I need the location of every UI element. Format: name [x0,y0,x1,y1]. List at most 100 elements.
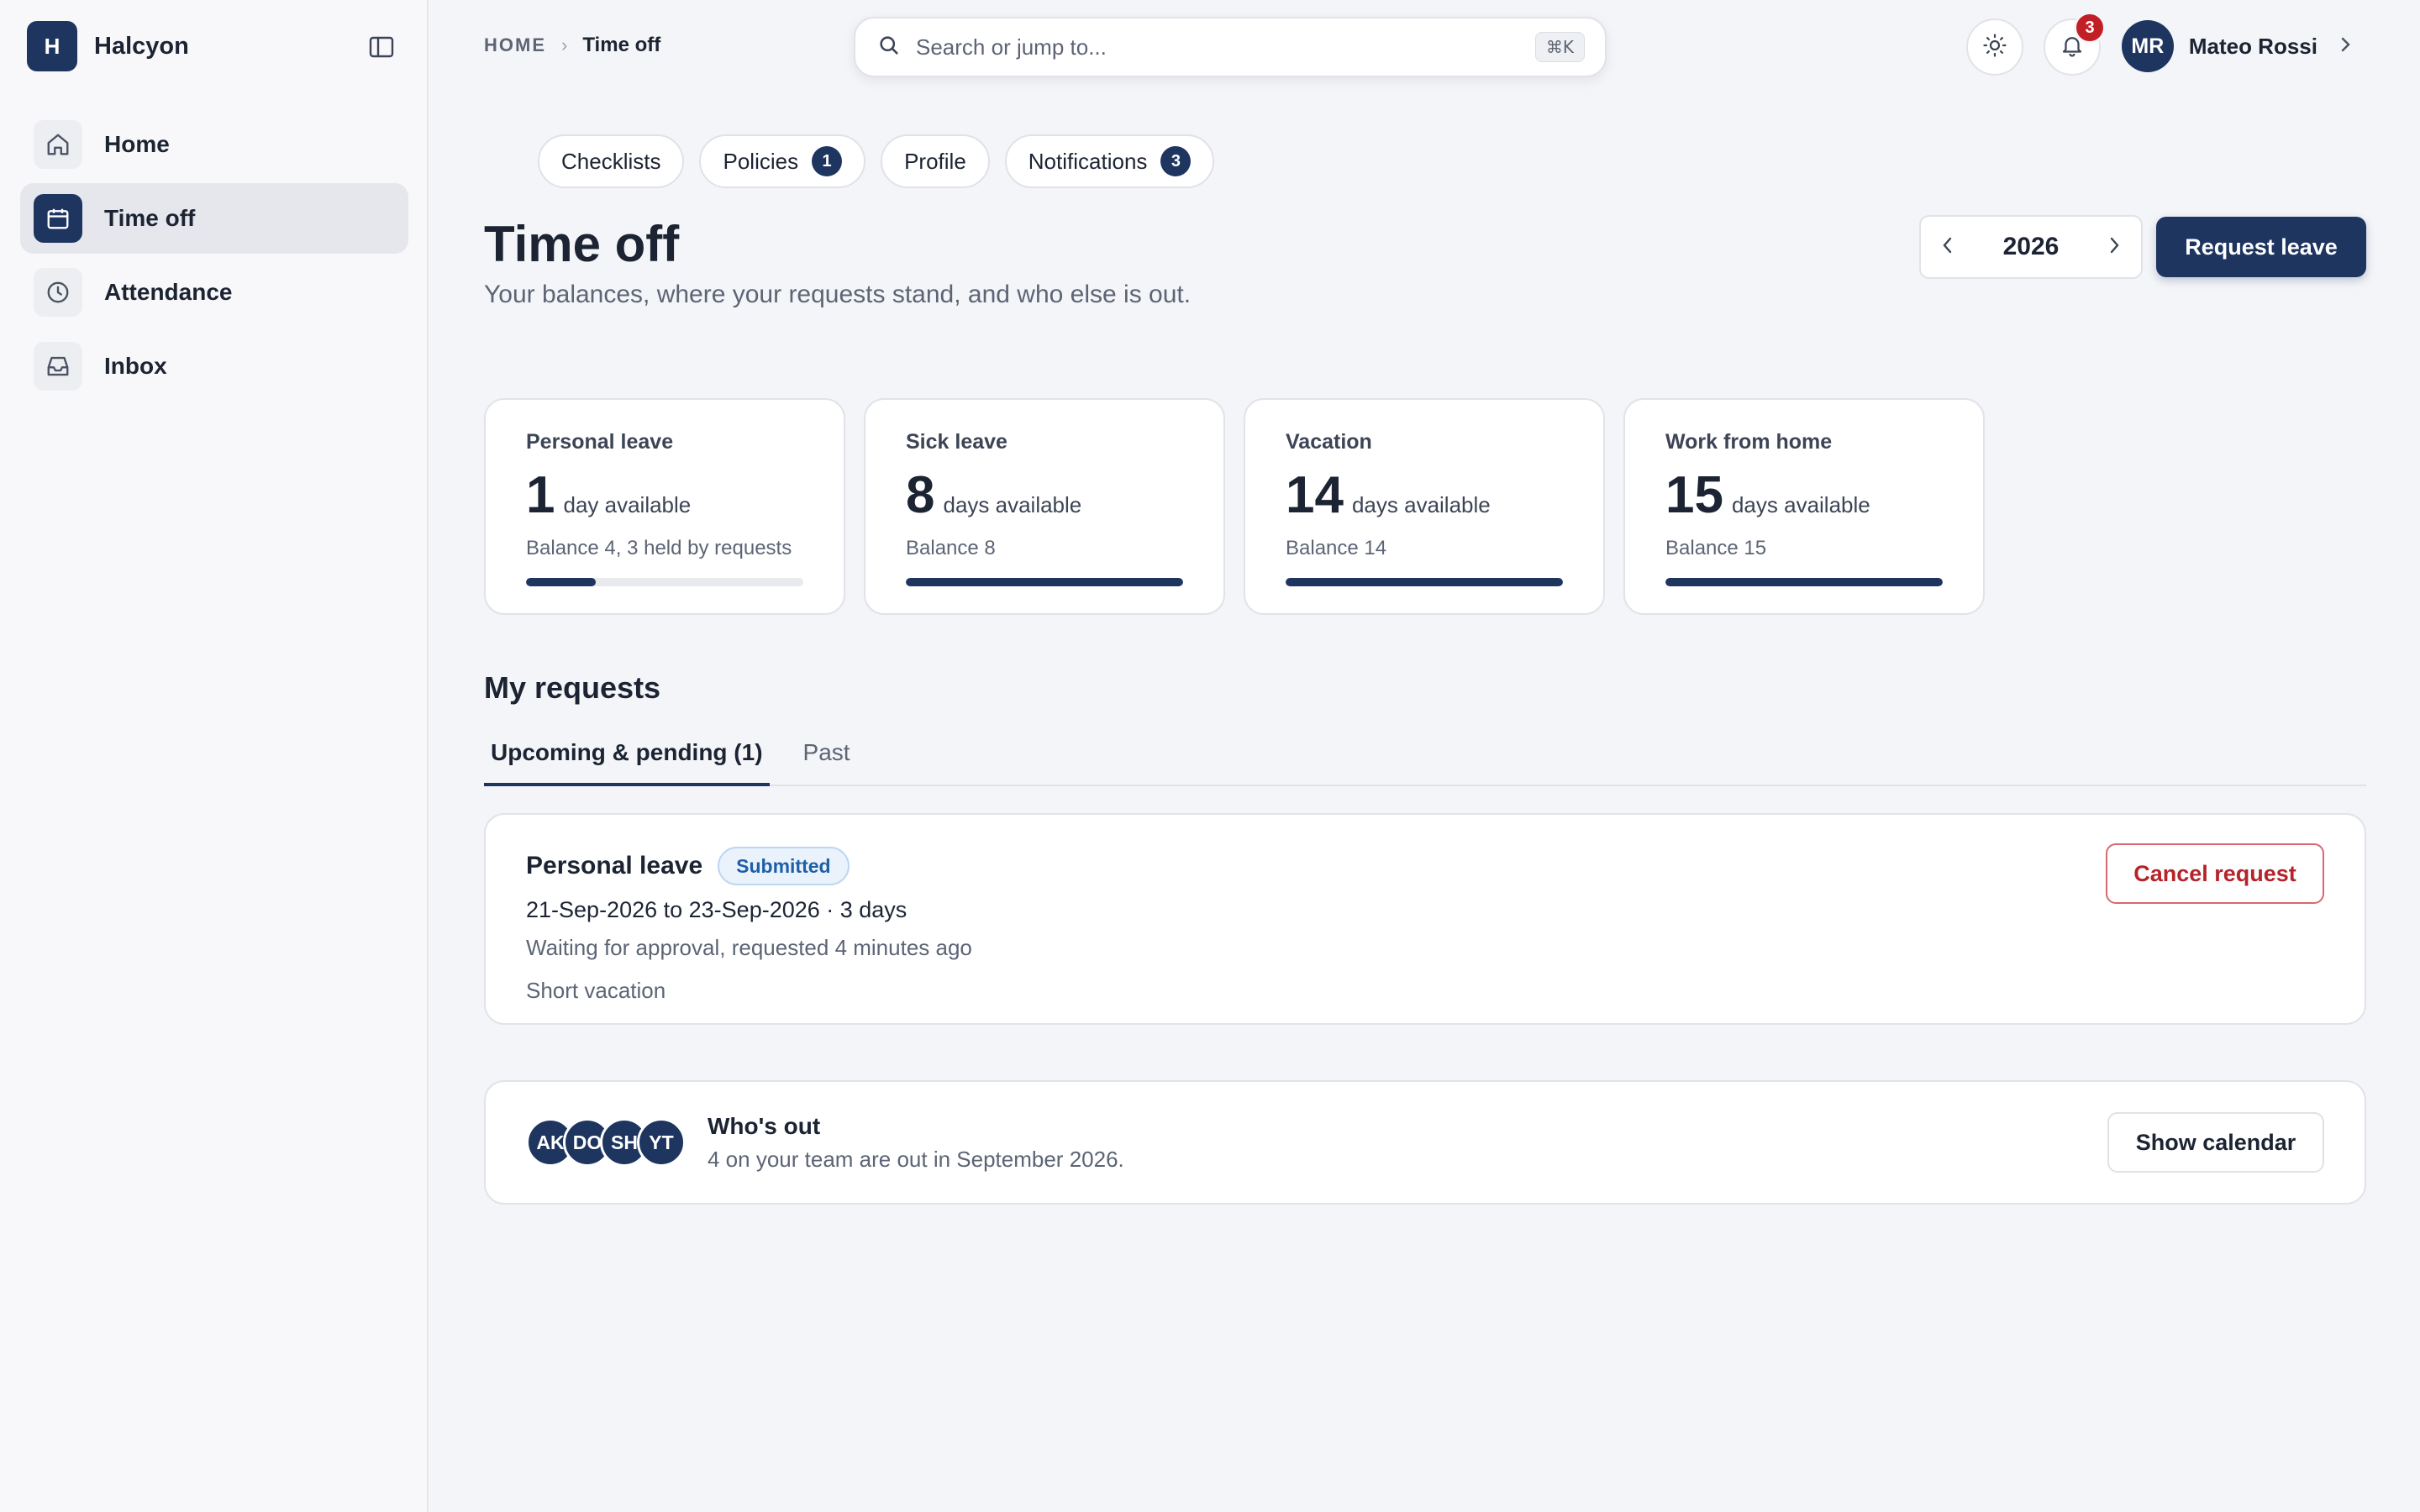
balance-value-row: 14 days available [1286,470,1563,522]
whos-out-title: Who's out [708,1112,821,1139]
sun-icon [1982,33,2007,62]
my-requests-title: My requests [484,670,661,705]
balance-unit: days available [943,492,1082,517]
notifications-button[interactable]: 3 [2044,12,2106,76]
brand-logo: H [27,21,77,71]
chip-label: Profile [904,148,966,174]
user-name: Mateo Rossi [2188,33,2317,59]
balance-text: Balance 8 [906,537,996,559]
balance-progress [906,578,1183,586]
balance-progress-fill [526,578,596,586]
request-dates: 21-Sep-2026 to 23-Sep-2026 · 3 days [526,897,908,922]
search-shortcut: ⌘K [1534,32,1585,62]
balance-available: 1 [526,466,555,524]
sidebar-toggle-icon[interactable] [366,32,397,62]
tab-past[interactable]: Past [797,727,857,786]
sidebar-item-inbox[interactable]: Inbox [20,331,408,402]
calendar-icon [34,194,82,243]
request-header: Personal leave Submitted [526,847,2324,885]
balance-card-wfh: Work from home 15 days available Balance… [1623,398,1985,615]
brand[interactable]: H Halcyon [27,21,189,71]
chevron-left-icon[interactable] [1939,234,1956,260]
inbox-icon [34,342,82,391]
balance-value-row: 1 day available [526,470,803,522]
user-menu[interactable]: MR Mateo Rossi [2121,20,2353,72]
quick-links: Checklists Policies 1 Profile Notificati… [538,134,1229,188]
chip-notifications[interactable]: Notifications 3 [1004,134,1215,188]
balance-unit: days available [1731,492,1870,517]
notification-count-badge: 3 [2074,12,2106,44]
chip-count-badge: 3 [1160,146,1192,176]
balance-text: Balance 14 [1286,537,1387,559]
breadcrumb-home[interactable]: HOME [484,34,546,56]
sidebar-item-label: Time off [104,205,196,231]
balance-title: Personal leave [526,430,674,454]
balance-progress [1665,578,1943,586]
balance-text: Balance 15 [1665,537,1767,559]
sidebar-item-time-off[interactable]: Time off [20,183,408,254]
balance-unit: days available [1351,492,1491,517]
sidebar-item-home[interactable]: Home [20,109,408,180]
requests-tabs: Upcoming & pending (1) Past [484,727,2366,786]
chevron-right-icon [2338,35,2353,58]
breadcrumb-separator-icon: › [561,34,568,55]
sidebar-item-label: Attendance [104,279,233,305]
whos-out-text: Who's out 4 on your team are out in Sept… [708,1113,1124,1173]
page-title: Time off [484,216,680,272]
whos-out-card: AK DO SH YT Who's out 4 on your team are… [484,1080,2366,1205]
balance-text: Balance 4, 3 held by requests [526,537,792,559]
search-input[interactable] [916,34,1504,60]
balance-value-row: 8 days available [906,470,1183,522]
balance-card-personal: Personal leave 1 day available Balance 4… [484,398,845,615]
tab-upcoming-pending[interactable]: Upcoming & pending (1) [484,727,770,786]
whos-out-subtitle: 4 on your team are out in September 2026… [708,1146,1124,1172]
sidebar-item-attendance[interactable]: Attendance [20,257,408,328]
balance-progress-fill [1286,578,1563,586]
chip-label: Checklists [561,148,661,174]
chip-label: Notifications [1028,148,1148,174]
balance-cards: Personal leave 1 day available Balance 4… [484,398,2003,615]
balance-card-sick: Sick leave 8 days available Balance 8 [864,398,1225,615]
cancel-request-button[interactable]: Cancel request [2106,843,2324,904]
chip-profile[interactable]: Profile [881,134,990,188]
balance-unit: day available [563,492,692,517]
sidebar-item-label: Inbox [104,353,167,379]
request-leave-button[interactable]: Request leave [2156,217,2366,277]
balance-available: 8 [906,466,935,524]
chip-checklists[interactable]: Checklists [538,134,685,188]
year-stepper: 2026 [1919,215,2143,279]
balance-value-row: 15 days available [1665,470,1943,522]
chip-count-badge: 1 [812,146,843,176]
chip-label: Policies [723,148,799,174]
home-icon [34,120,82,169]
sidebar: H Halcyon Home Time off Attendance Inbox [0,0,429,1512]
request-status-text: Waiting for approval, requested 4 minute… [526,935,972,960]
chevron-right-icon[interactable] [2106,234,2123,260]
balance-available: 14 [1286,466,1344,524]
balance-progress [1286,578,1563,586]
breadcrumb-current: Time off [582,34,661,56]
balance-progress-fill [906,578,1183,586]
sidebar-nav: Home Time off Attendance Inbox [20,109,408,405]
clock-icon [34,268,82,317]
request-type: Personal leave [526,852,703,879]
avatar-stack: AK DO SH YT [526,1118,686,1167]
breadcrumb: HOME › Time off [484,34,660,57]
balance-available: 15 [1665,466,1723,524]
balance-progress-fill [1665,578,1943,586]
balance-title: Sick leave [906,430,1007,454]
chip-policies[interactable]: Policies 1 [699,134,866,188]
page-subtitle: Your balances, where your requests stand… [484,281,1192,308]
show-calendar-button[interactable]: Show calendar [2107,1112,2324,1173]
status-badge: Submitted [718,847,850,885]
request-note: Short vacation [526,978,666,1003]
year-value: 2026 [2002,233,2060,260]
search-bar[interactable]: ⌘K [854,17,1607,77]
balance-title: Vacation [1286,430,1372,454]
main-content: HOME › Time off ⌘K 3 MR Mateo Rossi [430,0,2420,1512]
theme-toggle-button[interactable] [1966,18,2023,76]
brand-name: Halcyon [94,32,189,60]
sidebar-item-label: Home [104,131,170,157]
balance-progress [526,578,803,586]
request-card: Personal leave Submitted 21-Sep-2026 to … [484,813,2366,1025]
